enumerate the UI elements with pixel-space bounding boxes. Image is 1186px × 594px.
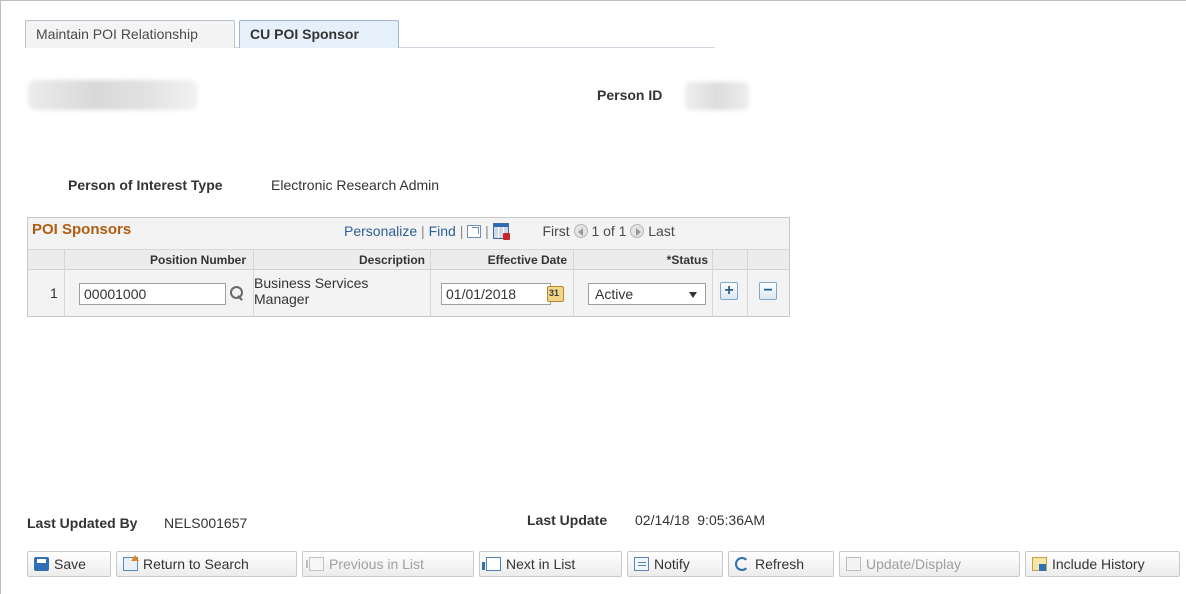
view-all-icon[interactable]: [467, 225, 482, 238]
update-display-label: Update/Display: [866, 556, 961, 572]
nav-separator: |: [485, 223, 493, 239]
row-range: 1 of 1: [591, 223, 627, 239]
last-link[interactable]: Last: [648, 223, 674, 239]
last-update-label: Last Update: [527, 512, 608, 528]
grid-navigation: Personalize | Find | | First 1 of 1 Last: [344, 223, 675, 240]
save-label: Save: [54, 556, 86, 572]
person-id-redacted: [685, 82, 749, 110]
update-display-button[interactable]: Update/Display: [839, 551, 1020, 577]
save-icon: [34, 557, 49, 571]
notify-button[interactable]: Notify: [627, 551, 723, 577]
col-description: Description: [358, 253, 425, 267]
next-icon: [482, 557, 501, 571]
add-row-button[interactable]: +: [720, 282, 738, 300]
return-to-search-label: Return to Search: [143, 556, 249, 572]
col-position-number: Position Number: [149, 253, 246, 267]
column-divider: [747, 249, 748, 317]
nav-separator: |: [459, 223, 468, 239]
download-excel-icon[interactable]: [492, 223, 510, 240]
poi-type-label: Person of Interest Type: [68, 177, 223, 193]
refresh-icon: [735, 557, 749, 571]
notify-label: Notify: [654, 556, 690, 572]
page-toolbar: Save Return to Search Previous in List N…: [27, 551, 1186, 577]
column-divider: [712, 249, 713, 317]
next-in-list-button[interactable]: Next in List: [479, 551, 622, 577]
update-display-icon: [846, 557, 861, 571]
col-status: *Status: [666, 253, 708, 267]
description-value: Business Services Manager: [254, 275, 369, 307]
nav-separator: |: [421, 223, 429, 239]
previous-icon: [306, 557, 324, 571]
next-in-list-label: Next in List: [506, 556, 576, 572]
return-icon: [123, 555, 139, 571]
include-history-label: Include History: [1052, 556, 1145, 572]
tab-cu-poi-sponsor[interactable]: CU POI Sponsor: [239, 20, 399, 48]
personalize-link[interactable]: Personalize: [344, 223, 417, 239]
last-updated-by-label: Last Updated By: [27, 515, 138, 531]
status-select[interactable]: Active: [588, 283, 706, 305]
status-selected-value: Active: [595, 286, 634, 302]
column-divider: [430, 249, 431, 317]
effective-date-input[interactable]: 01/01/2018: [441, 283, 551, 305]
previous-in-list-label: Previous in List: [329, 556, 424, 572]
history-icon: [1032, 557, 1047, 571]
lookup-icon[interactable]: [229, 286, 244, 301]
save-button[interactable]: Save: [27, 551, 111, 577]
next-row-icon[interactable]: [630, 224, 645, 238]
return-to-search-button[interactable]: Return to Search: [116, 551, 297, 577]
previous-row-icon[interactable]: [573, 224, 588, 238]
last-updated-by-value: NELS001657: [164, 515, 248, 531]
refresh-label: Refresh: [755, 556, 805, 572]
calendar-icon[interactable]: [547, 286, 564, 302]
tab-maintain-poi-relationship[interactable]: Maintain POI Relationship: [25, 20, 235, 48]
column-divider: [64, 249, 65, 317]
column-divider: [573, 249, 574, 317]
person-name-redacted: [28, 80, 198, 110]
poi-sponsors-grid: POI Sponsors Personalize | Find | | Firs…: [27, 217, 790, 317]
col-effective-date: Effective Date: [487, 253, 567, 267]
find-link[interactable]: Find: [429, 223, 456, 239]
last-update-value: 02/14/18 9:05:36AM: [635, 512, 765, 528]
row-number: 1: [50, 285, 58, 301]
position-number-input[interactable]: 00001000: [79, 283, 226, 305]
chevron-down-icon: [689, 292, 697, 298]
first-link[interactable]: First: [542, 223, 569, 239]
notify-icon: [634, 557, 649, 571]
previous-in-list-button[interactable]: Previous in List: [302, 551, 474, 577]
tab-bar: Maintain POI Relationship CU POI Sponsor: [25, 20, 715, 48]
grid-title: POI Sponsors: [32, 221, 132, 238]
include-history-button[interactable]: Include History: [1025, 551, 1180, 577]
refresh-button[interactable]: Refresh: [728, 551, 834, 577]
delete-row-button[interactable]: −: [759, 282, 777, 300]
person-id-label: Person ID: [597, 87, 663, 103]
poi-type-value: Electronic Research Admin: [271, 177, 440, 193]
